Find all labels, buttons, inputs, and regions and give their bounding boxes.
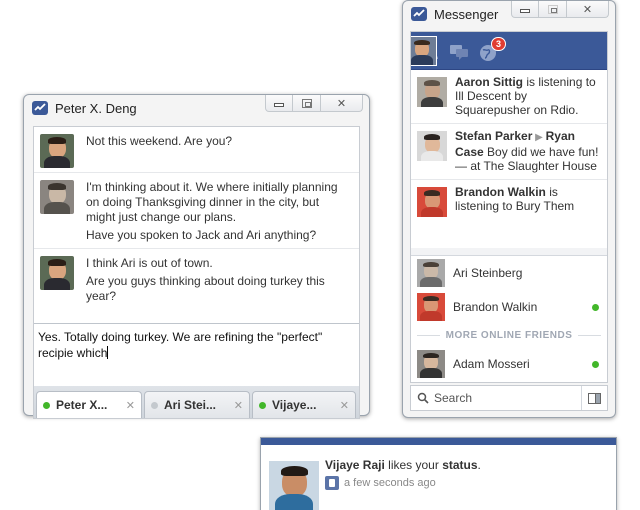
message-text: Are you guys thinking about doing turkey… [86, 274, 325, 303]
maximize-button[interactable] [539, 1, 567, 18]
message-text: Not this weekend. Are you? [86, 134, 233, 148]
messenger-body: 3 Aaron Sittig is listening to Ill Desce… [410, 31, 608, 383]
story-author[interactable]: Brandon Walkin [455, 185, 546, 199]
search-icon [417, 392, 429, 404]
notification-count-badge: 3 [491, 37, 507, 51]
avatar[interactable] [40, 256, 74, 290]
friend-list-item[interactable]: Ari Steinberg [411, 256, 607, 290]
messenger-window-controls: ✕ [511, 1, 609, 18]
chat-window-title: Peter X. Deng [55, 100, 137, 116]
compose-text: Yes. Totally doing turkey. We are refini… [38, 330, 323, 360]
friend-name: Brandon Walkin [453, 300, 538, 314]
chat-window-controls: ✕ [265, 95, 363, 112]
notification-action: likes your [384, 458, 443, 472]
chat-window: Peter X. Deng ✕ Not this weekend. Are yo… [23, 94, 370, 419]
chat-tab-peter[interactable]: Peter X... ✕ [36, 391, 142, 418]
maximize-icon [547, 4, 558, 14]
notification-text: Vijaye Raji likes your status. [325, 458, 481, 472]
online-status-dot [592, 304, 599, 311]
story-arrow: ▶ [532, 132, 546, 143]
avatar[interactable] [40, 180, 74, 214]
notification-timestamp: a few seconds ago [344, 477, 436, 489]
online-status-dot [259, 401, 266, 409]
close-icon: ✕ [582, 3, 593, 16]
dock-panel-icon [588, 392, 601, 404]
search-placeholder: Search [434, 391, 473, 405]
notification-actor[interactable]: Vijaye Raji [325, 458, 385, 472]
notification-object[interactable]: status [442, 458, 477, 472]
chat-tab-label: Peter X... [56, 398, 108, 412]
avatar[interactable] [417, 131, 447, 161]
avatar[interactable] [40, 134, 74, 168]
friend-search-input[interactable]: Search [410, 385, 608, 411]
ticker-story[interactable]: Stefan Parker ▶ Ryan Case Boy did we hav… [411, 124, 607, 180]
chat-body: Not this weekend. Are you? I'm thinking … [33, 126, 360, 419]
ticker-story[interactable]: Aaron Sittig is listening to Ill Descent… [411, 70, 607, 124]
chat-tab-ari[interactable]: Ari Stei... ✕ [144, 391, 250, 418]
chat-tab-bar: Peter X... ✕ Ari Stei... ✕ Vijaye... ✕ [34, 386, 359, 418]
dock-sidebar-button[interactable] [581, 386, 607, 410]
notification-suffix: . [477, 458, 481, 472]
friend-list-item[interactable]: Adam Mosseri [411, 347, 607, 381]
message-text: Have you spoken to Jack and Ari anything… [86, 228, 317, 242]
more-online-friends-header: MORE ONLINE FRIENDS [411, 324, 607, 347]
story-author[interactable]: Aaron Sittig [455, 75, 523, 89]
tab-close-icon[interactable]: ✕ [234, 399, 243, 412]
text-caret [107, 346, 109, 359]
online-status-dot [43, 401, 50, 409]
message-group: Not this weekend. Are you? [34, 127, 359, 173]
maximize-button[interactable] [293, 95, 321, 112]
avatar[interactable] [417, 77, 447, 107]
friend-list-item[interactable]: Brandon Walkin [411, 290, 607, 324]
tab-close-icon[interactable]: ✕ [126, 399, 135, 412]
like-icon [325, 476, 339, 490]
chat-tab-vijaye[interactable]: Vijaye... ✕ [252, 391, 356, 418]
messenger-window-title: Messenger [434, 6, 499, 22]
offline-status-dot [151, 401, 158, 409]
avatar [417, 350, 445, 378]
profile-avatar[interactable] [411, 36, 437, 66]
notification-avatar[interactable] [269, 461, 319, 510]
chat-tab-label: Ari Stei... [164, 398, 217, 412]
message-group: I think Ari is out of town. Are you guys… [34, 249, 359, 309]
messenger-app-icon [32, 101, 48, 115]
notification-topbar [261, 438, 616, 445]
ticker-feed[interactable]: Aaron Sittig is listening to Ill Descent… [411, 70, 607, 248]
avatar [417, 293, 445, 321]
message-text: I'm thinking about it. We where initiall… [86, 180, 338, 224]
close-button[interactable]: ✕ [321, 95, 363, 112]
avatar[interactable] [417, 187, 447, 217]
messenger-header: 3 [411, 32, 607, 70]
message-group: I'm thinking about it. We where initiall… [34, 173, 359, 249]
minimize-button[interactable] [265, 95, 293, 112]
maximize-icon [301, 98, 312, 108]
story-author[interactable]: Stefan Parker [455, 129, 532, 143]
message-list[interactable]: Not this weekend. Are you? I'm thinking … [34, 127, 359, 323]
ticker-story[interactable]: Brandon Walkin is listening to Bury Them [411, 180, 607, 219]
friend-name: Adam Mosseri [453, 357, 530, 371]
minimize-icon [520, 8, 530, 13]
messenger-window: Messenger ✕ 3 Aaron Sittig is listening … [402, 0, 616, 418]
messenger-app-icon [411, 7, 427, 21]
minimize-button[interactable] [511, 1, 539, 18]
online-status-dot [592, 361, 599, 368]
avatar [417, 259, 445, 287]
close-icon: ✕ [336, 97, 347, 110]
message-compose-input[interactable]: Yes. Totally doing turkey. We are refini… [34, 323, 359, 375]
tab-close-icon[interactable]: ✕ [340, 399, 349, 412]
close-button[interactable]: ✕ [567, 1, 609, 18]
messages-icon[interactable] [449, 44, 469, 65]
minimize-icon [274, 102, 284, 107]
section-divider[interactable] [411, 248, 607, 256]
friend-name: Ari Steinberg [453, 266, 523, 280]
notification-time: a few seconds ago [325, 476, 436, 490]
message-text: I think Ari is out of town. [86, 256, 213, 270]
chat-tab-label: Vijaye... [272, 398, 317, 412]
notification-popup[interactable]: Vijaye Raji likes your status. a few sec… [260, 437, 617, 510]
